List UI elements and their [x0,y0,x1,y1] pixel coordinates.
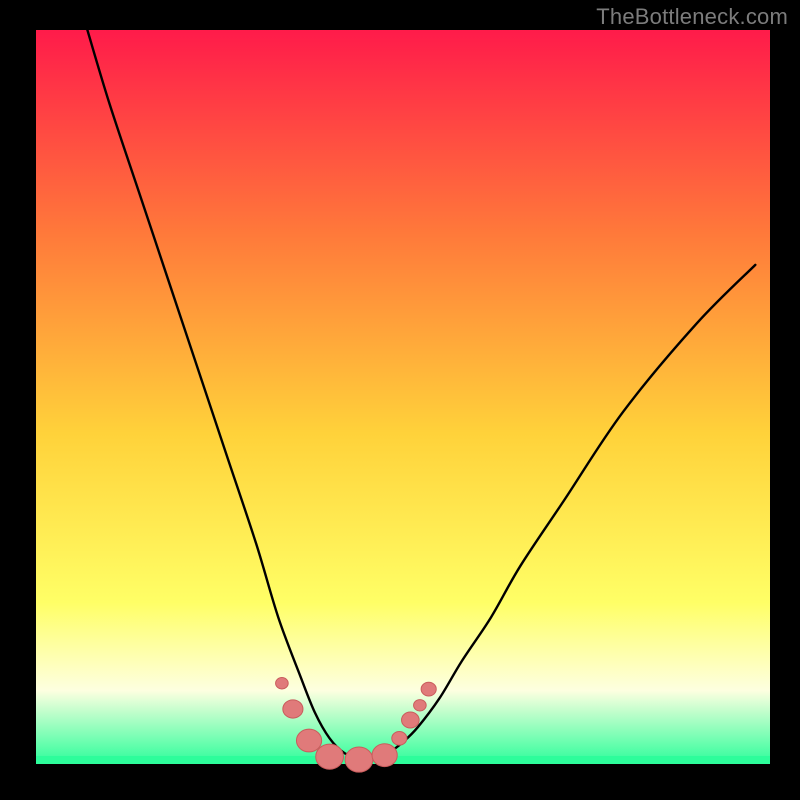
watermark-text: TheBottleneck.com [596,4,788,30]
curve-marker [421,682,436,696]
curve-marker [392,731,407,745]
curve-marker [316,744,344,769]
bottleneck-chart [0,0,800,800]
curve-marker [296,729,321,752]
baseline-strip [36,756,770,764]
curve-marker [372,744,397,767]
curve-marker [414,700,427,711]
plot-area [36,30,770,764]
curve-marker [402,712,420,728]
curve-marker [283,700,303,718]
curve-marker [345,747,373,772]
curve-marker [276,678,289,689]
chart-container: TheBottleneck.com [0,0,800,800]
